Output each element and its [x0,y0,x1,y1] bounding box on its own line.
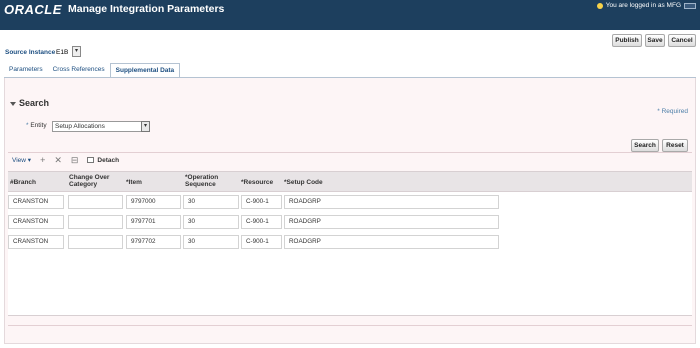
setup-code-cell[interactable]: ROADGRP [284,195,499,209]
resource-cell[interactable]: C-900-1 [241,235,282,249]
source-instance-label: Source Instance [5,49,56,56]
entity-dropdown[interactable]: Setup Allocations ▾ [52,121,150,132]
branch-cell[interactable]: CRANSTON [8,215,64,229]
operation-sequence-cell[interactable]: 30 [183,235,239,249]
branch-cell[interactable]: CRANSTON [8,195,64,209]
column-header-item[interactable]: *Item [126,179,142,186]
app-header: ORACLE Manage Integration Parameters You… [0,0,700,30]
item-cell[interactable]: 9797701 [126,215,181,229]
table-footer-divider [8,325,692,326]
oracle-logo: ORACLE [4,2,62,17]
collapse-triangle-icon[interactable] [10,101,16,106]
column-header-branch[interactable]: #Branch [10,179,36,186]
table-body: CRANSTON 9797000 30 C-900-1 ROADGRP CRAN… [8,192,692,316]
table-row[interactable]: CRANSTON 9797702 30 C-900-1 ROADGRP [8,233,692,251]
help-icon[interactable] [684,2,696,9]
chevron-down-icon[interactable]: ▾ [141,121,150,132]
source-instance-dropdown[interactable]: ▾ [72,46,81,57]
tab-cross-references[interactable]: Cross References [48,63,110,77]
required-note: * Required [657,108,688,115]
entity-label: * Entity [26,122,47,129]
change-over-category-cell[interactable] [68,195,123,209]
change-over-category-cell[interactable] [68,215,123,229]
table-row[interactable]: CRANSTON 9797000 30 C-900-1 ROADGRP [8,193,692,211]
column-header-change-over-category[interactable]: Change Over Category [69,174,121,188]
tab-parameters[interactable]: Parameters [4,63,48,77]
column-header-setup-code[interactable]: *Setup Code [284,179,323,186]
branch-cell[interactable]: CRANSTON [8,235,64,249]
logged-in-text: You are logged in as MFG [605,2,681,9]
setup-code-cell[interactable]: ROADGRP [284,235,499,249]
table-row[interactable]: CRANSTON 9797701 30 C-900-1 ROADGRP [8,213,692,231]
detach-icon [87,157,95,163]
resource-cell[interactable]: C-900-1 [241,215,282,229]
change-over-category-cell[interactable] [68,235,123,249]
column-header-operation-sequence[interactable]: *Operation Sequence [185,174,233,188]
table-header: #Branch Change Over Category *Item *Oper… [8,171,692,192]
tab-bar: Parameters Cross References Supplemental… [4,63,181,77]
detach-button[interactable]: Detach [87,157,119,164]
view-menu[interactable]: View ▾ [12,156,31,164]
entity-value: Setup Allocations [55,123,105,130]
edit-icon[interactable]: ⊟ [71,155,79,165]
resource-cell[interactable]: C-900-1 [241,195,282,209]
search-section-header[interactable]: Search [10,98,49,108]
search-title: Search [19,98,50,108]
table-toolbar: View ▾ + ✕ ⊟ Detach [12,155,119,165]
item-cell[interactable]: 9797000 [126,195,181,209]
column-header-resource[interactable]: *Resource [241,179,273,186]
page-title: Manage Integration Parameters [68,3,225,15]
reset-button[interactable]: Reset [662,139,688,152]
delete-icon[interactable]: ✕ [54,155,62,165]
add-icon[interactable]: + [40,155,45,165]
setup-code-cell[interactable]: ROADGRP [284,215,499,229]
toolbar-divider [8,152,692,153]
publish-button[interactable]: Publish [612,34,642,47]
save-button[interactable]: Save [645,34,665,47]
cancel-button[interactable]: Cancel [668,34,696,47]
search-button[interactable]: Search [631,139,659,152]
user-info: You are logged in as MFG [596,2,696,9]
operation-sequence-cell[interactable]: 30 [183,195,239,209]
tab-supplemental-data[interactable]: Supplemental Data [109,63,181,77]
source-instance-value: E1B [56,49,69,56]
operation-sequence-cell[interactable]: 30 [183,215,239,229]
user-icon [596,2,603,9]
item-cell[interactable]: 9797702 [126,235,181,249]
